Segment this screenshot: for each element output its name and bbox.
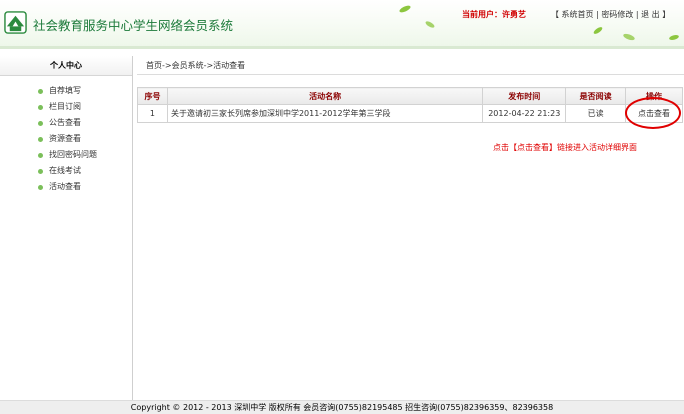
view-link[interactable]: 点击查看	[638, 109, 670, 118]
sidebar-item-activities[interactable]: 活动查看	[0, 179, 132, 195]
row-index: 1	[137, 104, 168, 123]
sidebar-item-subscription[interactable]: 栏目订阅	[0, 99, 132, 115]
school-logo-icon	[4, 11, 27, 34]
sidebar-item-label: 栏目订阅	[49, 102, 81, 111]
sidebar-item-label: 资源查看	[49, 134, 81, 143]
leaf-icon	[425, 21, 435, 28]
header: 社会教育服务中心学生网络会员系统 当前用户：许勇艺 【 系统首页 | 密码修改 …	[0, 0, 684, 46]
publish-time: 2012-04-22 21:23	[482, 104, 567, 123]
link-divider: |	[596, 10, 599, 19]
sidebar-item-announcements[interactable]: 公告查看	[0, 115, 132, 131]
leaf-icon	[669, 35, 679, 40]
sidebar: 个人中心 自荐填写 栏目订阅 公告查看 资源查看 找回密码问题 在线考试 活动查…	[0, 56, 133, 400]
sidebar-title: 个人中心	[0, 56, 132, 76]
bullet-icon	[38, 153, 43, 158]
change-password-link[interactable]: 密码修改	[601, 10, 633, 19]
sidebar-item-resources[interactable]: 资源查看	[0, 131, 132, 147]
column-header: 序号	[137, 87, 168, 105]
column-header: 发布时间	[482, 87, 567, 105]
link-divider: |	[635, 10, 639, 19]
bullet-icon	[38, 137, 43, 142]
sidebar-item-label: 活动查看	[49, 182, 81, 191]
leaf-icon	[623, 33, 635, 41]
sidebar-item-label: 公告查看	[49, 118, 81, 127]
column-header: 是否阅读	[565, 87, 627, 105]
footer: Copyright © 2012 - 2013 深圳中学 版权所有 会员咨询(0…	[0, 400, 684, 414]
table-row: 1 关于邀请初三家长列席参加深圳中学2011-2012学年第三学段 2012-0…	[137, 104, 683, 123]
hint-text: 点击【点击查看】链接进入活动详细界面	[493, 143, 637, 152]
column-header: 操作	[625, 87, 683, 105]
breadcrumb-divider	[137, 74, 684, 75]
sidebar-item-self-recommend[interactable]: 自荐填写	[0, 83, 132, 99]
bullet-icon	[38, 105, 43, 110]
table-header-row: 序号 活动名称 发布时间 是否阅读 操作	[137, 87, 683, 105]
current-user: 当前用户：许勇艺	[462, 10, 526, 19]
bullet-icon	[38, 185, 43, 190]
site-title: 社会教育服务中心学生网络会员系统	[33, 18, 234, 33]
sidebar-item-online-exam[interactable]: 在线考试	[0, 163, 132, 179]
sidebar-item-label: 自荐填写	[49, 86, 81, 95]
action-cell: 点击查看	[625, 104, 683, 123]
activity-name: 关于邀请初三家长列席参加深圳中学2011-2012学年第三学段	[166, 104, 484, 123]
read-status: 已读	[565, 104, 627, 123]
bullet-icon	[38, 121, 43, 126]
bullet-icon	[38, 169, 43, 174]
sidebar-item-password-recovery[interactable]: 找回密码问题	[0, 147, 132, 163]
sidebar-item-label: 找回密码问题	[49, 150, 97, 159]
logout-link[interactable]: 退 出 】	[641, 10, 670, 19]
sidebar-item-label: 在线考试	[49, 166, 81, 175]
activity-table: 序号 活动名称 发布时间 是否阅读 操作 1 关于邀请初三家长列席参加深圳中学2…	[137, 87, 683, 123]
sidebar-menu: 自荐填写 栏目订阅 公告查看 资源查看 找回密码问题 在线考试 活动查看	[0, 83, 132, 195]
header-divider	[0, 46, 684, 49]
column-header: 活动名称	[166, 87, 484, 105]
home-link[interactable]: 【 系统首页	[551, 10, 594, 19]
leaf-icon	[593, 27, 603, 34]
bullet-icon	[38, 89, 43, 94]
breadcrumb: 首页->会员系统->活动查看	[146, 61, 246, 70]
user-links: 【 系统首页 | 密码修改 | 退 出 】	[551, 9, 670, 20]
leaf-icon	[399, 5, 411, 13]
